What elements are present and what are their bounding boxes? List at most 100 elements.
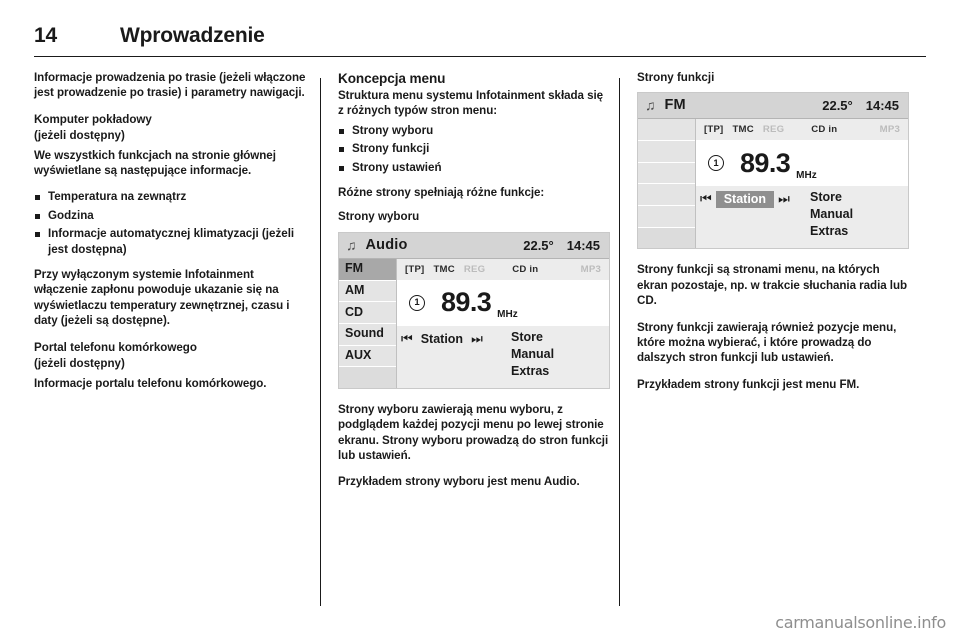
page-title: Wprowadzenie (120, 24, 265, 47)
sidebar-item-am[interactable]: AM (339, 280, 396, 303)
status-reg: REG (762, 124, 785, 136)
paragraph-strony-funkcji-2: Strony funkcji zawierają również pozycje… (637, 320, 897, 365)
heading-portal-telefonu: Portal telefonu komórkowego (34, 340, 197, 354)
skip-previous-icon[interactable]: ⏮ (397, 331, 417, 346)
page-header: 14 Wprowadzenie (34, 14, 926, 48)
frequency-unit: MHz (796, 170, 817, 181)
paragraph-strony-wyboru-1: Strony wyboru zawierają menu wyboru, z p… (338, 402, 609, 463)
heading-strony-wyboru: Strony wyboru (338, 210, 420, 224)
status-tmc: TMC (732, 124, 754, 136)
sidebar-item-blank-1 (638, 119, 695, 142)
heading-komputer-pokladowy-note: (jeżeli dostępny) (34, 129, 125, 143)
right-column: Strony funkcji ♫ FM 22.5° 14:45 [TP] TMC… (637, 70, 909, 403)
outside-temperature: 22.5° (523, 237, 554, 253)
list-item: Godzina (34, 208, 306, 223)
menu-types-bullet-list: Strony wyboru Strony funkcji Strony usta… (338, 123, 610, 175)
screen-mode-label: FM (664, 97, 686, 114)
info-bullet-list: Temperatura na zewnątrz Godzina Informac… (34, 189, 306, 257)
preset-number-badge: 1 (708, 155, 724, 172)
paragraph-strony-funkcji-3: Przykładem strony funkcji jest menu FM. (637, 377, 860, 391)
skip-next-icon[interactable]: ⏭ (774, 191, 794, 206)
list-item: Temperatura na zewnątrz (34, 189, 306, 204)
station-label[interactable]: Station (417, 331, 467, 348)
frequency-value: 89.3 (441, 287, 492, 318)
sidebar-item-blank-4 (638, 184, 695, 207)
paragraph-strony-wyboru-2: Przykładem strony wyboru jest menu Audio… (338, 475, 580, 489)
sidebar-item-fm[interactable]: FM (339, 258, 396, 281)
screen-controls-row: ⏮ Station ⏭ Store Manual Extras (397, 325, 609, 388)
menu-structure-intro: Struktura menu systemu Infotainment skła… (338, 89, 604, 118)
status-mp3: MP3 (580, 263, 601, 275)
list-item: Strony funkcji (338, 141, 610, 156)
header-rule (34, 56, 926, 57)
screen-status-row: [TP] TMC REG CD in MP3 (696, 119, 908, 141)
screen-menu-list: Store Manual Extras (505, 329, 609, 388)
paragraph-after-bullets: Różne strony spełniają różne funkcje: (338, 186, 545, 200)
screen-mode-label: Audio (365, 236, 408, 253)
status-tp: [TP] (704, 124, 724, 136)
station-control-group: ⏮ Station ⏭ (696, 189, 804, 248)
sidebar-item-blank-5 (638, 206, 695, 228)
skip-previous-icon[interactable]: ⏮ (696, 191, 716, 206)
menu-item-store[interactable]: Store (810, 189, 908, 206)
page-number: 14 (34, 24, 57, 47)
column-divider-right (619, 78, 620, 606)
sidebar-item-sound[interactable]: Sound (339, 323, 396, 346)
section-1-intro: We wszystkich funkcjach na stronie główn… (34, 148, 276, 178)
status-mp3: MP3 (879, 124, 900, 136)
section-2-text: Informacje portalu telefonu komórkowego. (34, 376, 267, 390)
screen-status-cluster: 22.5° 14:45 (822, 98, 899, 113)
screen-menu-list: Store Manual Extras (804, 189, 908, 248)
heading-komputer-pokladowy: Komputer pokładowy (34, 112, 152, 126)
frequency-row: 1 89.3 MHz (397, 279, 609, 326)
list-item: Strony ustawień (338, 160, 610, 175)
column-divider-left (320, 78, 321, 606)
intro-paragraph: Informacje prowadzenia po trasie (jeżeli… (34, 71, 306, 100)
sidebar-item-blank-6 (638, 227, 695, 249)
infotainment-screen-audio: ♫ Audio 22.5° 14:45 FM AM CD Sound AUX [… (338, 231, 610, 389)
list-item: Informacje automatycznej klimatyzacji (j… (34, 226, 306, 257)
frequency-unit: MHz (497, 309, 518, 321)
music-note-icon: ♫ (645, 97, 656, 114)
sidebar-item-cd[interactable]: CD (339, 302, 396, 324)
screen-status-row: [TP] TMC REG CD in MP3 (397, 258, 609, 280)
skip-next-icon[interactable]: ⏭ (467, 331, 487, 346)
left-column: Informacje prowadzenia po trasie (jeżeli… (34, 70, 306, 402)
frequency-value: 89.3 (740, 147, 791, 178)
screen-status-cluster: 22.5° 14:45 (523, 238, 600, 253)
middle-column: Koncepcja menu Struktura menu systemu In… (338, 70, 610, 501)
station-label[interactable]: Station (715, 191, 775, 209)
status-tp: [TP] (405, 263, 425, 275)
preset-number-badge: 1 (409, 294, 425, 311)
status-cd-in: CD in (512, 263, 539, 275)
music-note-icon: ♫ (346, 236, 357, 253)
clock-time: 14:45 (865, 98, 899, 114)
infotainment-screen-fm: ♫ FM 22.5° 14:45 [TP] TMC REG CD in MP3 … (637, 92, 909, 250)
heading-portal-telefonu-note: (jeżeli dostępny) (34, 357, 125, 371)
screen-topbar: ♫ Audio 22.5° 14:45 (339, 232, 609, 259)
menu-item-extras[interactable]: Extras (810, 223, 908, 240)
screen-controls-row: ⏮ Station ⏭ Store Manual Extras (696, 186, 908, 249)
clock-time: 14:45 (566, 237, 600, 253)
menu-item-manual[interactable]: Manual (810, 206, 908, 223)
status-cd-in: CD in (811, 124, 838, 136)
screen-topbar: ♫ FM 22.5° 14:45 (638, 93, 908, 120)
paragraph-strony-funkcji-1: Strony funkcji są stronami menu, na któr… (637, 263, 908, 308)
watermark: carmanualsonline.info (775, 613, 946, 632)
heading-strony-funkcji: Strony funkcji (637, 71, 715, 84)
screen-sidebar: FM AM CD Sound AUX (339, 258, 397, 388)
menu-item-manual[interactable]: Manual (511, 346, 609, 363)
frequency-row: 1 89.3 MHz (696, 140, 908, 187)
sidebar-item-blank-3 (638, 162, 695, 185)
sidebar-item-blank (339, 367, 396, 388)
screen-main-panel: [TP] TMC REG CD in MP3 1 89.3 MHz ⏮ Stat… (696, 119, 908, 249)
menu-item-extras[interactable]: Extras (511, 363, 609, 380)
screen-body: FM AM CD Sound AUX [TP] TMC REG CD in MP… (339, 258, 609, 388)
sidebar-item-aux[interactable]: AUX (339, 345, 396, 368)
menu-item-store[interactable]: Store (511, 329, 609, 346)
list-item: Strony wyboru (338, 123, 610, 138)
sidebar-item-blank-2 (638, 141, 695, 163)
station-control-group: ⏮ Station ⏭ (397, 329, 505, 388)
heading-koncepcja-menu: Koncepcja menu (338, 71, 446, 86)
screen-sidebar (638, 119, 696, 249)
